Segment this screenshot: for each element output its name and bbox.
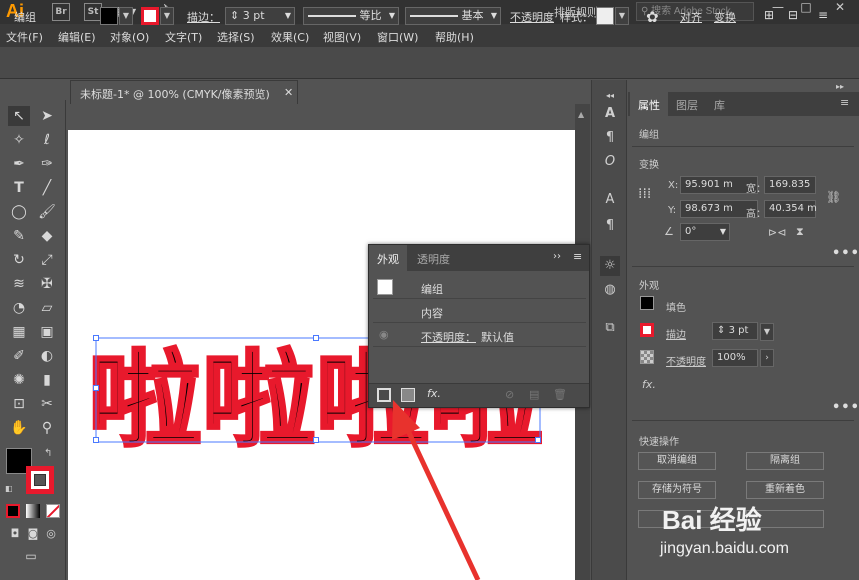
fill-swatch[interactable] — [640, 296, 654, 310]
height-label: 高： — [746, 209, 766, 220]
reference-point-icon[interactable]: ⁞⁞⁞ — [638, 186, 651, 202]
paragraph-panel-icon[interactable]: ¶ — [600, 128, 620, 148]
character-panel-icon[interactable]: A — [600, 104, 620, 124]
character-styles-icon[interactable]: A — [600, 190, 620, 210]
arrow-line — [401, 420, 481, 580]
stroke-weight-field[interactable]: ⇕ 3 pt — [712, 322, 758, 340]
width-field[interactable]: 169.835 — [764, 176, 816, 194]
angle-icon: ∠ — [664, 225, 674, 238]
tab-layers[interactable]: 图层 — [668, 92, 706, 116]
recolor-button[interactable]: 重新着色 — [746, 481, 824, 499]
opacity-slider-icon[interactable]: › — [760, 349, 774, 367]
y-label: Y: — [668, 205, 677, 216]
x-label: X: — [668, 180, 679, 191]
watermark-logo: Bai 经验 — [662, 505, 762, 535]
pathfinder-panel-icon[interactable]: ⧉ — [600, 318, 620, 338]
isolate-group-button[interactable]: 隔离组 — [746, 452, 824, 470]
appearance-panel-icon[interactable]: ☼ — [600, 256, 620, 276]
transparency-panel-icon[interactable]: ◍ — [600, 280, 620, 300]
chevron-down-icon: ▼ — [719, 227, 726, 236]
divider — [632, 146, 854, 147]
transform-section-title: 变换 — [639, 160, 659, 171]
collapse-dock-icon[interactable]: ▸▸ — [836, 82, 844, 91]
flip-vertical-icon[interactable]: ⧗ — [796, 225, 804, 239]
stepper-icon: ⇕ — [717, 325, 726, 336]
constrain-proportions-icon[interactable]: ⛓ — [826, 190, 841, 204]
save-as-symbol-button[interactable]: 存储为符号 — [638, 481, 716, 499]
tab-properties[interactable]: 属性 — [630, 92, 668, 116]
width-label: 宽： — [746, 184, 766, 195]
paragraph-styles-icon[interactable]: ¶ — [600, 216, 620, 236]
opacity-field[interactable]: 100% — [712, 349, 758, 367]
watermark-url: jingyan.baidu.com — [660, 540, 789, 557]
stroke-swatch[interactable] — [640, 323, 654, 337]
panel-menu-icon[interactable]: ≡ — [840, 96, 849, 109]
stroke-weight-dropdown-icon[interactable]: ▼ — [760, 323, 774, 341]
ungroup-button[interactable]: 取消编组 — [638, 452, 716, 470]
stroke-link[interactable]: 描边 — [666, 326, 686, 341]
fill-label: 填色 — [666, 303, 686, 314]
opacity-link[interactable]: 不透明度 — [666, 353, 706, 368]
angle-field[interactable]: 0° ▼ — [680, 223, 730, 241]
arrow-head — [392, 400, 420, 440]
divider — [632, 266, 854, 267]
stroke-weight-value: 3 pt — [728, 325, 749, 336]
collapse-dock-icon[interactable]: ◂◂ — [600, 86, 620, 106]
height-field[interactable]: 40.354 m — [764, 200, 817, 218]
selection-type-title: 编组 — [639, 130, 659, 141]
flip-horizontal-icon[interactable]: ⊳⊲ — [768, 226, 786, 239]
more-options-icon[interactable]: ••• — [832, 400, 859, 415]
divider — [632, 420, 854, 421]
add-effect-icon[interactable]: fx. — [642, 378, 656, 391]
collapsed-panels-column: ◂◂ A ¶ O A ¶ ☼ ◍ ⧉ — [591, 80, 627, 580]
angle-value: 0° — [685, 226, 697, 237]
opacity-checker-icon — [640, 350, 654, 364]
appearance-section-title: 外观 — [639, 281, 659, 292]
quick-actions-title: 快速操作 — [639, 437, 679, 448]
opentype-panel-icon[interactable]: O — [600, 152, 620, 172]
tab-libraries[interactable]: 库 — [706, 92, 733, 116]
more-options-icon[interactable]: ••• — [832, 246, 859, 261]
